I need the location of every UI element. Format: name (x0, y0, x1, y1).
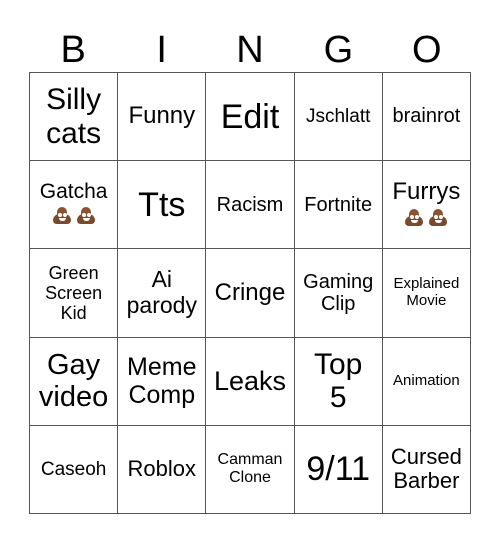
bingo-cell[interactable]: 9/11 (294, 425, 383, 514)
cell-label: Meme Comp (127, 353, 197, 410)
cell-label: Furrys (392, 177, 461, 205)
header-letter-g: G (323, 29, 354, 71)
cell-label: Ai parody (126, 266, 197, 318)
cell-label: Gatcha (39, 180, 108, 204)
bingo-cell[interactable]: Explained Movie (382, 249, 471, 338)
cell-label: Roblox (127, 456, 197, 482)
emoji-row (402, 206, 450, 231)
bingo-cell[interactable]: Edit (206, 73, 295, 162)
bingo-cell[interactable]: Caseoh (30, 425, 119, 514)
cell-label: Animation (393, 371, 460, 389)
pile-of-poo-icon (404, 206, 424, 226)
bingo-cell[interactable]: brainrot (382, 73, 471, 162)
cell-label: Leaks (213, 366, 287, 397)
header-letter-i: I (156, 29, 167, 71)
cell-label: Tts (138, 185, 186, 224)
bingo-cell[interactable]: Green Screen Kid (30, 249, 119, 338)
bingo-cell[interactable]: Animation (382, 337, 471, 426)
pile-of-poo-icon (428, 206, 448, 226)
cell-label: Jschlatt (305, 105, 371, 127)
bingo-cell[interactable]: Camman Clone (206, 425, 295, 514)
header-letter-n: N (236, 29, 264, 71)
header-letter-b: B (60, 29, 86, 71)
bingo-cell[interactable]: Jschlatt (294, 73, 383, 162)
cell-label: Silly cats (46, 83, 102, 150)
bingo-cell[interactable]: Top 5 (294, 337, 383, 426)
cell-label: Cursed Barber (390, 443, 462, 494)
bingo-cell[interactable]: Cringe (206, 249, 295, 338)
cell-label: 9/11 (306, 450, 371, 489)
cell-label: Green Screen Kid (45, 262, 103, 324)
emoji-row (50, 204, 98, 229)
pile-of-poo-icon (52, 204, 72, 224)
bingo-cell[interactable]: Gay video (30, 337, 119, 426)
bingo-cell[interactable]: Meme Comp (118, 337, 207, 426)
pile-of-poo-icon (76, 204, 96, 224)
bingo-grid: Silly cats Funny Edit Jschlatt brainrot Gatch… (29, 72, 471, 514)
cell-label: Explained Movie (393, 275, 460, 309)
bingo-cell[interactable]: Ai parody (118, 249, 207, 338)
bingo-cell[interactable]: Leaks (206, 337, 295, 426)
bingo-cell[interactable]: Fortnite (294, 161, 383, 250)
cell-label: Funny (128, 102, 196, 130)
cell-label: Racism (216, 193, 284, 216)
cell-label: Gaming Clip (303, 270, 374, 315)
cell-label: Gay video (38, 348, 109, 414)
cell-label: Camman Clone (217, 451, 283, 487)
cell-label: Edit (220, 97, 280, 136)
bingo-cell[interactable]: Gatcha (30, 161, 119, 250)
bingo-cell[interactable]: Cursed Barber (382, 425, 471, 514)
bingo-cell[interactable]: Furrys (382, 161, 471, 250)
bingo-cell[interactable]: Roblox (118, 425, 207, 514)
cell-label: Fortnite (304, 193, 373, 216)
bingo-header: B I N G O (29, 28, 471, 72)
cell-label: Cringe (214, 278, 286, 306)
bingo-cell[interactable]: Racism (206, 161, 295, 250)
bingo-cell[interactable]: Funny (118, 73, 207, 162)
bingo-cell[interactable]: Gaming Clip (294, 249, 383, 338)
cell-label: Top 5 (314, 347, 363, 415)
cell-label: brainrot (392, 105, 461, 128)
bingo-cell[interactable]: Tts (118, 161, 207, 250)
header-letter-o: O (412, 29, 442, 71)
cell-label: Caseoh (40, 458, 107, 480)
bingo-cell[interactable]: Silly cats (30, 73, 119, 162)
